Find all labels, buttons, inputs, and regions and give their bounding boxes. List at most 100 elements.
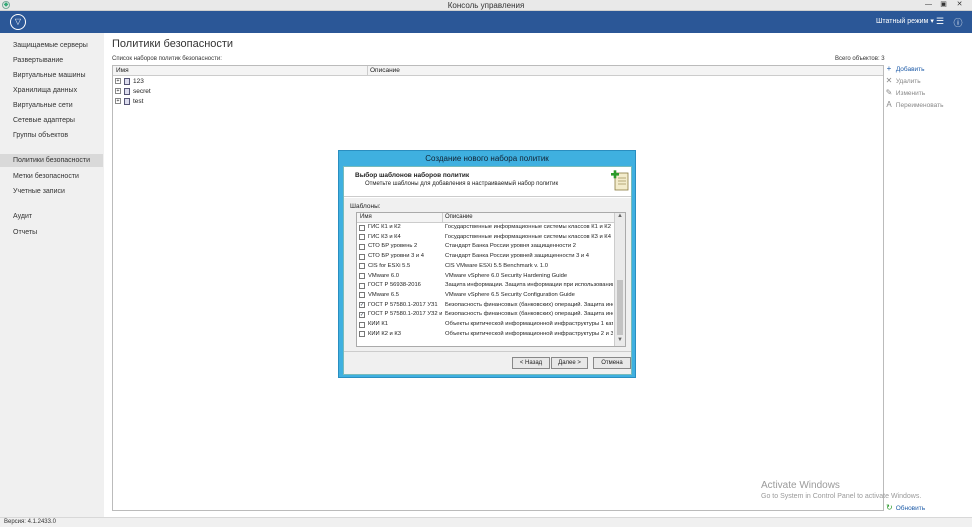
template-checkbox[interactable] <box>359 321 365 328</box>
document-icon <box>124 87 130 95</box>
sidebar-item-virtual-networks[interactable]: Виртуальные сети <box>0 99 103 112</box>
add-label: Добавить <box>895 66 925 73</box>
pencil-icon: ✎ <box>885 88 893 97</box>
template-description: Объекты критической информационной инфра… <box>445 321 613 327</box>
template-name: VMware 6.5 <box>368 291 399 298</box>
template-row[interactable]: ГОСТ Р 56938-2016 Защита информации. Защи… <box>357 281 614 291</box>
column-separator[interactable] <box>367 66 368 76</box>
maximize-button[interactable]: ▣ <box>937 0 950 10</box>
template-checkbox[interactable] <box>359 292 365 299</box>
tree-row-label: secret <box>133 88 151 95</box>
sidebar-item-datastores[interactable]: Хранилища данных <box>0 84 103 97</box>
rename-action[interactable]: A Переименовать <box>884 99 964 111</box>
template-row[interactable]: CIS for ESXi 5.5 CIS VMware ESXi 5.5 Benc… <box>357 262 614 272</box>
cancel-button[interactable]: Отмена <box>593 357 631 369</box>
column-header-description[interactable]: Описание <box>370 67 400 74</box>
dialog-body: Выбор шаблонов наборов политик Отметьте … <box>343 166 632 375</box>
template-checkbox[interactable]: ✓ <box>359 311 365 318</box>
window-title: Консоль управления <box>447 1 525 10</box>
sidebar-item-accounts[interactable]: Учетные записи <box>0 185 103 198</box>
page-title: Политики безопасности <box>112 38 234 50</box>
scroll-up-arrow-icon[interactable]: ▲ <box>616 213 624 221</box>
template-description: VMware vSphere 6.0 Security Hardening Gu… <box>445 272 568 279</box>
sidebar-item-protected-servers[interactable]: Защищаемые серверы <box>0 39 103 52</box>
template-name: ГОСТ Р 57580.1-2017 УЗ2 и... <box>368 311 442 318</box>
sidebar-item-security-policies[interactable]: Политики безопасности <box>0 154 103 167</box>
add-action[interactable]: + Добавить <box>884 63 964 75</box>
refresh-action[interactable]: ↻ Обновить <box>886 503 925 512</box>
template-row[interactable]: ✓ ГОСТ Р 57580.1-2017 УЗ2 и... Безопасност… <box>357 310 614 320</box>
mode-selector[interactable]: Штатный режим ▾ <box>876 17 934 25</box>
sidebar: Защищаемые серверы Развертывание Виртуал… <box>0 33 104 517</box>
next-button[interactable]: Далее > <box>551 357 588 369</box>
scrollbar-thumb[interactable] <box>617 280 623 335</box>
template-description: Стандарт Банка России уровней защищеннос… <box>445 253 590 260</box>
sidebar-item-security-labels[interactable]: Метки безопасности <box>0 170 103 183</box>
close-button[interactable]: ✕ <box>953 0 966 10</box>
template-checkbox[interactable]: ✓ <box>359 302 365 309</box>
template-row[interactable]: КИИ К2 и К3 Объекты критической информаци… <box>357 330 614 340</box>
template-checkbox[interactable] <box>359 253 365 260</box>
sidebar-item-object-groups[interactable]: Группы объектов <box>0 129 103 142</box>
help-icon[interactable]: ⓘ <box>952 16 964 29</box>
tree-row[interactable]: + secret <box>115 87 151 97</box>
expand-icon[interactable]: + <box>115 78 121 85</box>
template-row[interactable]: VMware 6.5 VMware vSphere 6.5 Security Co… <box>357 291 614 301</box>
document-icon <box>124 97 130 105</box>
rename-icon: A <box>886 100 892 109</box>
tree-row[interactable]: +123 <box>115 77 144 87</box>
template-row[interactable]: СТО БР уровни 3 и 4 Стандарт Банка России… <box>357 252 614 262</box>
minimize-button[interactable]: — <box>922 0 935 10</box>
templates-list-header: Имя Описание <box>357 213 614 223</box>
template-row[interactable]: VMware 6.0 VMware vSphere 6.0 Security Ha… <box>357 272 614 282</box>
activation-watermark-title: Activate Windows <box>761 480 840 491</box>
template-checkbox[interactable] <box>359 224 365 231</box>
template-row[interactable]: ГИС К1 и К2 Государственные информационны… <box>357 223 614 233</box>
template-name: ГИС К1 и К2 <box>368 224 401 230</box>
back-button[interactable]: < Назад <box>512 357 550 369</box>
settings-sliders-icon[interactable]: ☰ <box>934 16 946 27</box>
plus-icon: + <box>886 64 892 73</box>
template-checkbox[interactable] <box>359 273 365 279</box>
list-label: Список наборов политик безопасности: <box>112 56 222 62</box>
expand-icon[interactable]: + <box>115 88 121 95</box>
templates-column-description[interactable]: Описание <box>445 214 473 220</box>
sidebar-item-virtual-machines[interactable]: Виртуальные машины <box>0 69 103 82</box>
tree-row[interactable]: + test <box>115 97 143 107</box>
template-checkbox[interactable] <box>359 234 365 241</box>
sidebar-item-deployment[interactable]: Развертывание <box>0 54 103 67</box>
refresh-label: Обновить <box>895 505 926 512</box>
window-titlebar: ◆ Консоль управления — ▣ ✕ <box>0 0 972 11</box>
tree-row-label: test <box>133 98 144 105</box>
template-row[interactable]: ✓ ГОСТ Р 57580.1-2017 УЗ1 Безопасность фин… <box>357 301 614 311</box>
column-header-name[interactable]: Имя <box>116 67 129 74</box>
template-description: Безопасность финансовых (банковских) опе… <box>445 301 613 308</box>
template-checkbox[interactable] <box>359 243 365 250</box>
template-name: ГОСТ Р 57580.1-2017 УЗ1 <box>368 301 438 308</box>
template-row[interactable]: КИИ К1 Объекты критической информационной… <box>357 320 614 330</box>
rename-label: Переименовать <box>895 102 944 109</box>
sidebar-item-audit[interactable]: Аудит <box>0 210 103 223</box>
template-checkbox[interactable] <box>359 331 365 338</box>
templates-column-name[interactable]: Имя <box>360 214 372 220</box>
templates-list[interactable]: Имя Описание ГИС К1 и К2 Государственные … <box>356 212 626 347</box>
delete-label: Удалить <box>895 78 921 85</box>
scroll-down-arrow-icon[interactable]: ▼ <box>616 337 624 345</box>
template-row[interactable]: ГИС К3 и К4 Государственные информационны… <box>357 233 614 243</box>
templates-scrollbar[interactable]: ▲ ▼ <box>614 213 625 346</box>
delete-action[interactable]: ✕ Удалить <box>884 75 964 87</box>
template-checkbox[interactable] <box>359 282 365 289</box>
cross-icon: ✕ <box>885 76 893 85</box>
template-description: Объекты критической информационной инфра… <box>445 330 613 337</box>
template-name: ГИС К3 и К4 <box>368 233 401 240</box>
template-description: Стандарт Банка России уровня защищенност… <box>445 243 576 250</box>
column-separator[interactable] <box>442 213 443 223</box>
template-row[interactable]: СТО БР уровень 2 Стандарт Банка России ур… <box>357 242 614 252</box>
tree-row-label: 123 <box>133 78 144 85</box>
template-checkbox[interactable] <box>359 263 365 270</box>
edit-action[interactable]: ✎ Изменить <box>884 87 964 99</box>
sidebar-item-network-adapters[interactable]: Сетевые адаптеры <box>0 114 103 127</box>
activation-watermark-text: Go to System in Control Panel to activat… <box>761 493 922 500</box>
sidebar-item-reports[interactable]: Отчеты <box>0 226 103 239</box>
expand-icon[interactable]: + <box>115 98 121 105</box>
